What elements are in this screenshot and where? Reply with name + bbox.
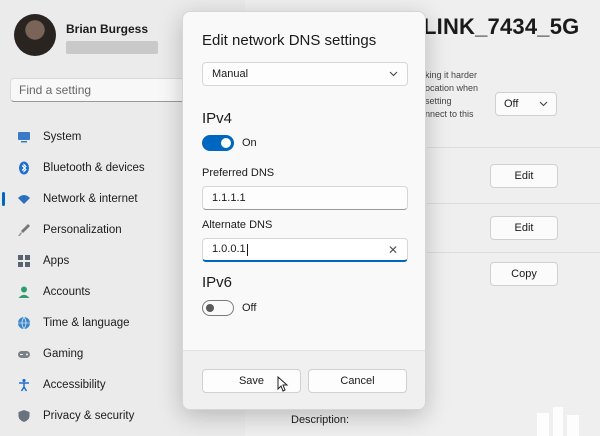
accessibility-icon: [17, 378, 31, 392]
preferred-dns-field[interactable]: 1.1.1.1: [202, 186, 408, 210]
clear-icon[interactable]: ✕: [388, 243, 398, 257]
sidebar-item-label: Personalization: [43, 223, 122, 236]
sidebar-item-label: Accounts: [43, 285, 91, 298]
avatar: [14, 14, 56, 56]
active-indicator: [2, 192, 5, 206]
cancel-button[interactable]: Cancel: [308, 369, 407, 393]
ipv6-toggle-label: Off: [242, 302, 257, 314]
monitor-icon: [17, 130, 31, 144]
sidebar-item-label: System: [43, 130, 82, 143]
dns-mode-value: Manual: [212, 68, 249, 80]
globe-icon: [17, 316, 31, 330]
sidebar-item-label: Time & language: [43, 316, 130, 329]
edit-ip-button[interactable]: Edit: [490, 164, 558, 188]
ipv6-heading: IPv6: [202, 274, 233, 291]
preferred-dns-value: 1.1.1.1: [212, 192, 246, 204]
wifi-icon: [17, 192, 31, 206]
profile[interactable]: Brian Burgess: [14, 14, 158, 56]
alternate-dns-field[interactable]: 1.0.0.1 ✕: [202, 238, 408, 262]
alternate-dns-value: 1.0.0.1: [212, 243, 246, 256]
sidebar-item-label: Accessibility: [43, 378, 106, 391]
profile-name: Brian Burgess: [66, 22, 149, 36]
bluetooth-icon: [17, 161, 31, 175]
ipv6-toggle[interactable]: [202, 300, 234, 316]
dialog-title: Edit network DNS settings: [202, 32, 377, 49]
random-address-description: king it harder ocation when setting nnec…: [425, 70, 479, 119]
profile-email-redacted: [66, 41, 158, 54]
gamepad-icon: [17, 347, 31, 361]
sidebar-item-label: Network & internet: [43, 192, 138, 205]
divider: [427, 203, 600, 204]
ipv4-heading: IPv4: [202, 110, 233, 127]
shield-icon: [17, 409, 31, 423]
alternate-dns-label: Alternate DNS: [202, 219, 273, 231]
divider: [427, 252, 600, 253]
watermark-glyph-icon: [537, 407, 579, 436]
text-caret: [246, 243, 248, 256]
apps-icon: [17, 254, 31, 268]
sidebar-item-label: Bluetooth & devices: [43, 161, 145, 174]
sidebar-item-label: Gaming: [43, 347, 84, 360]
dialog-footer: Save Cancel: [183, 350, 425, 409]
chevron-down-icon: [389, 68, 398, 80]
brush-icon: [17, 223, 31, 237]
ipv4-toggle[interactable]: [202, 135, 234, 151]
description-label: Description:: [291, 414, 350, 426]
mouse-pointer-icon: [277, 376, 289, 392]
edit-dns-button[interactable]: Edit: [490, 216, 558, 240]
edit-dns-dialog: Edit network DNS settings Manual IPv4 On…: [182, 11, 426, 410]
sidebar-item-label: Apps: [43, 254, 70, 267]
chevron-down-icon: [539, 98, 548, 110]
ipv4-toggle-label: On: [242, 137, 257, 149]
random-address-dropdown[interactable]: Off: [495, 92, 557, 116]
page-title: LINK_7434_5G: [423, 14, 580, 39]
dns-mode-dropdown[interactable]: Manual: [202, 62, 408, 86]
person-icon: [17, 285, 31, 299]
divider: [427, 147, 600, 148]
sidebar-item-label: Privacy & security: [43, 409, 135, 422]
copy-button[interactable]: Copy: [490, 262, 558, 286]
preferred-dns-label: Preferred DNS: [202, 167, 275, 179]
